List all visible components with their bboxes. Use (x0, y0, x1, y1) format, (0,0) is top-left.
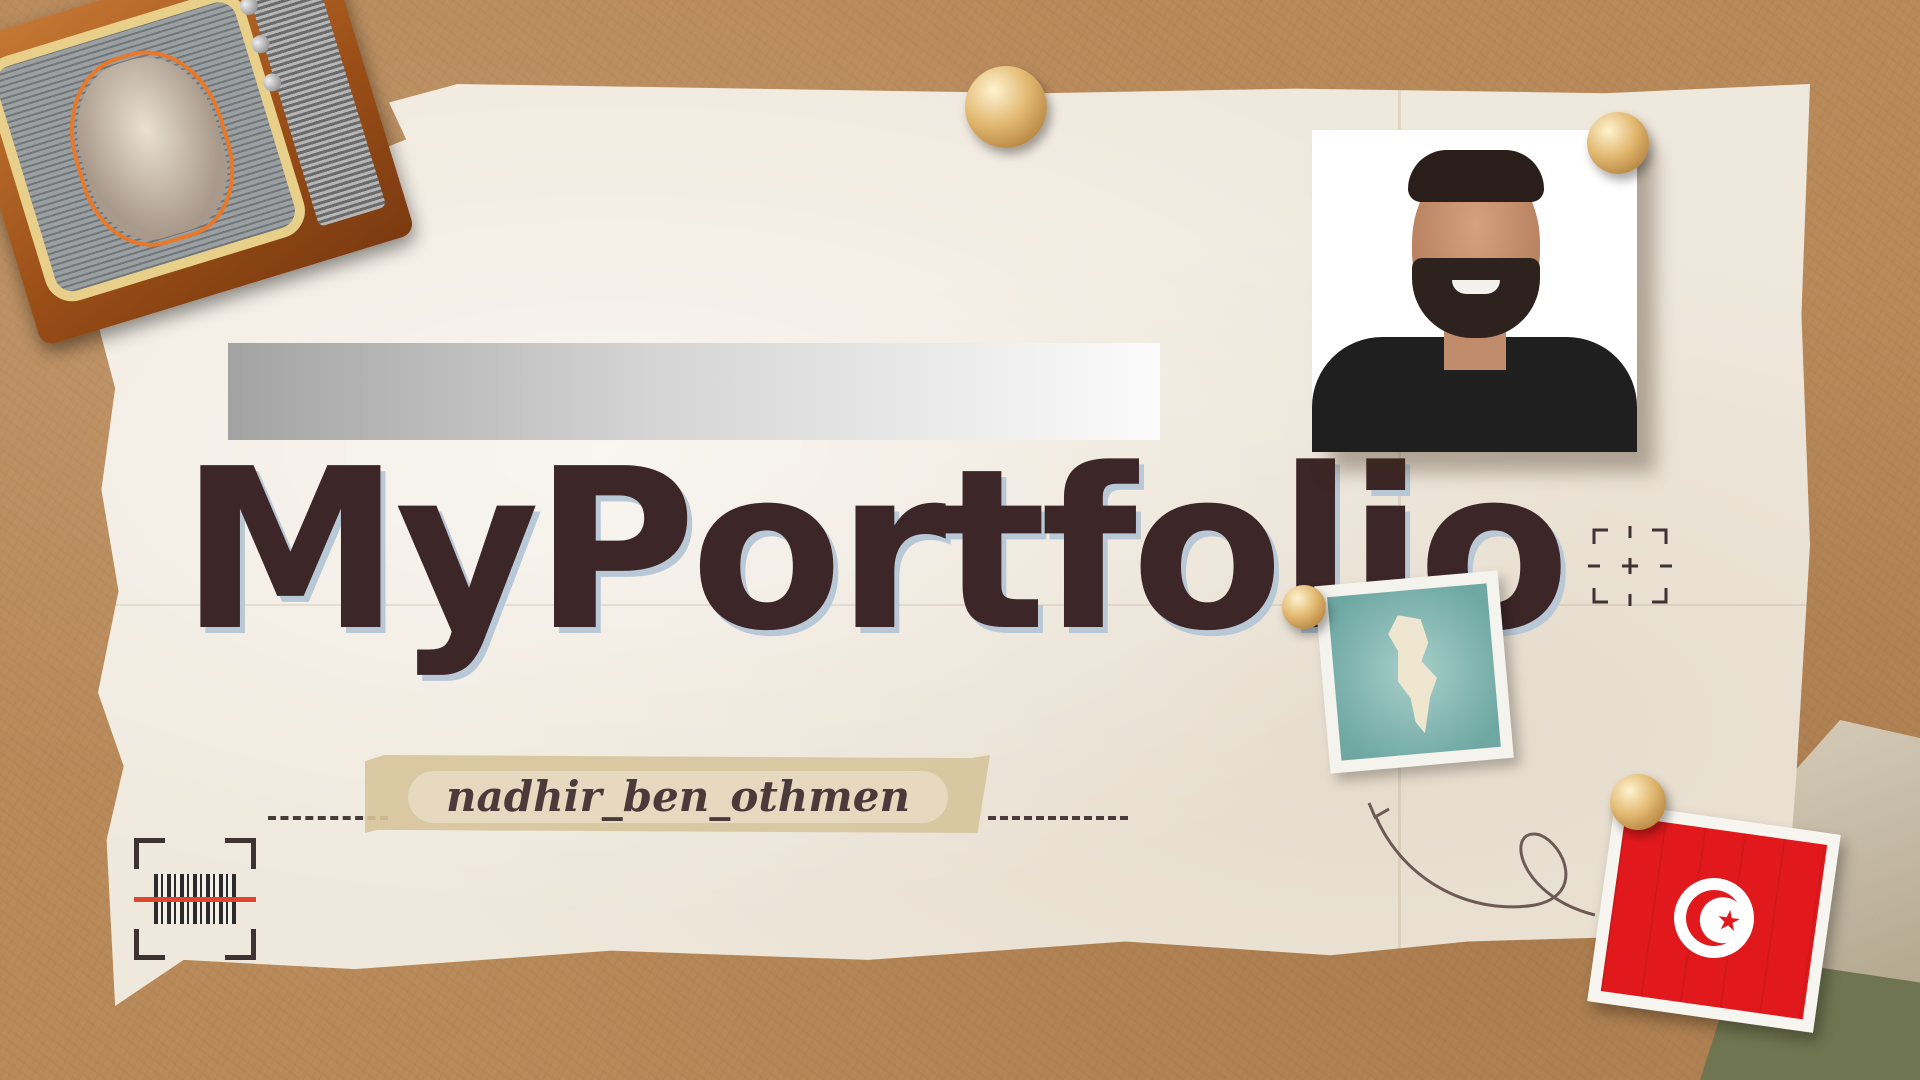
crosshair-icon (1588, 526, 1672, 606)
pushpin-icon (1610, 774, 1666, 830)
scan-corner (225, 929, 256, 960)
pushpin-icon (965, 66, 1047, 148)
dashed-divider (988, 816, 1128, 820)
photo-beard (1412, 258, 1540, 338)
scan-corner (225, 838, 256, 869)
map-country-shape (1381, 612, 1447, 736)
photo-hair (1408, 150, 1544, 202)
corkboard-background: MyPortfolio nadhir_ben_othmen ★ (0, 0, 1920, 1080)
scan-corner (134, 838, 165, 869)
tunisia-flag-icon: ★ (1587, 803, 1841, 1033)
pushpin-icon (1282, 585, 1326, 629)
pushpin-icon (1587, 112, 1649, 174)
statue-image (48, 32, 254, 263)
scan-corner (134, 929, 165, 960)
username-handle: nadhir_ben_othmen (445, 772, 910, 821)
flag-star-icon: ★ (1714, 902, 1744, 939)
photo-smile (1452, 280, 1500, 294)
barcode-scanner-icon (134, 838, 256, 960)
map-sea (1327, 583, 1501, 761)
scan-line (134, 897, 256, 902)
profile-photo (1312, 130, 1637, 452)
flag-field: ★ (1600, 816, 1828, 1020)
tunisia-map-icon (1314, 570, 1514, 774)
flag-disc: ★ (1668, 872, 1760, 964)
curved-arrow-icon (1367, 802, 1596, 917)
